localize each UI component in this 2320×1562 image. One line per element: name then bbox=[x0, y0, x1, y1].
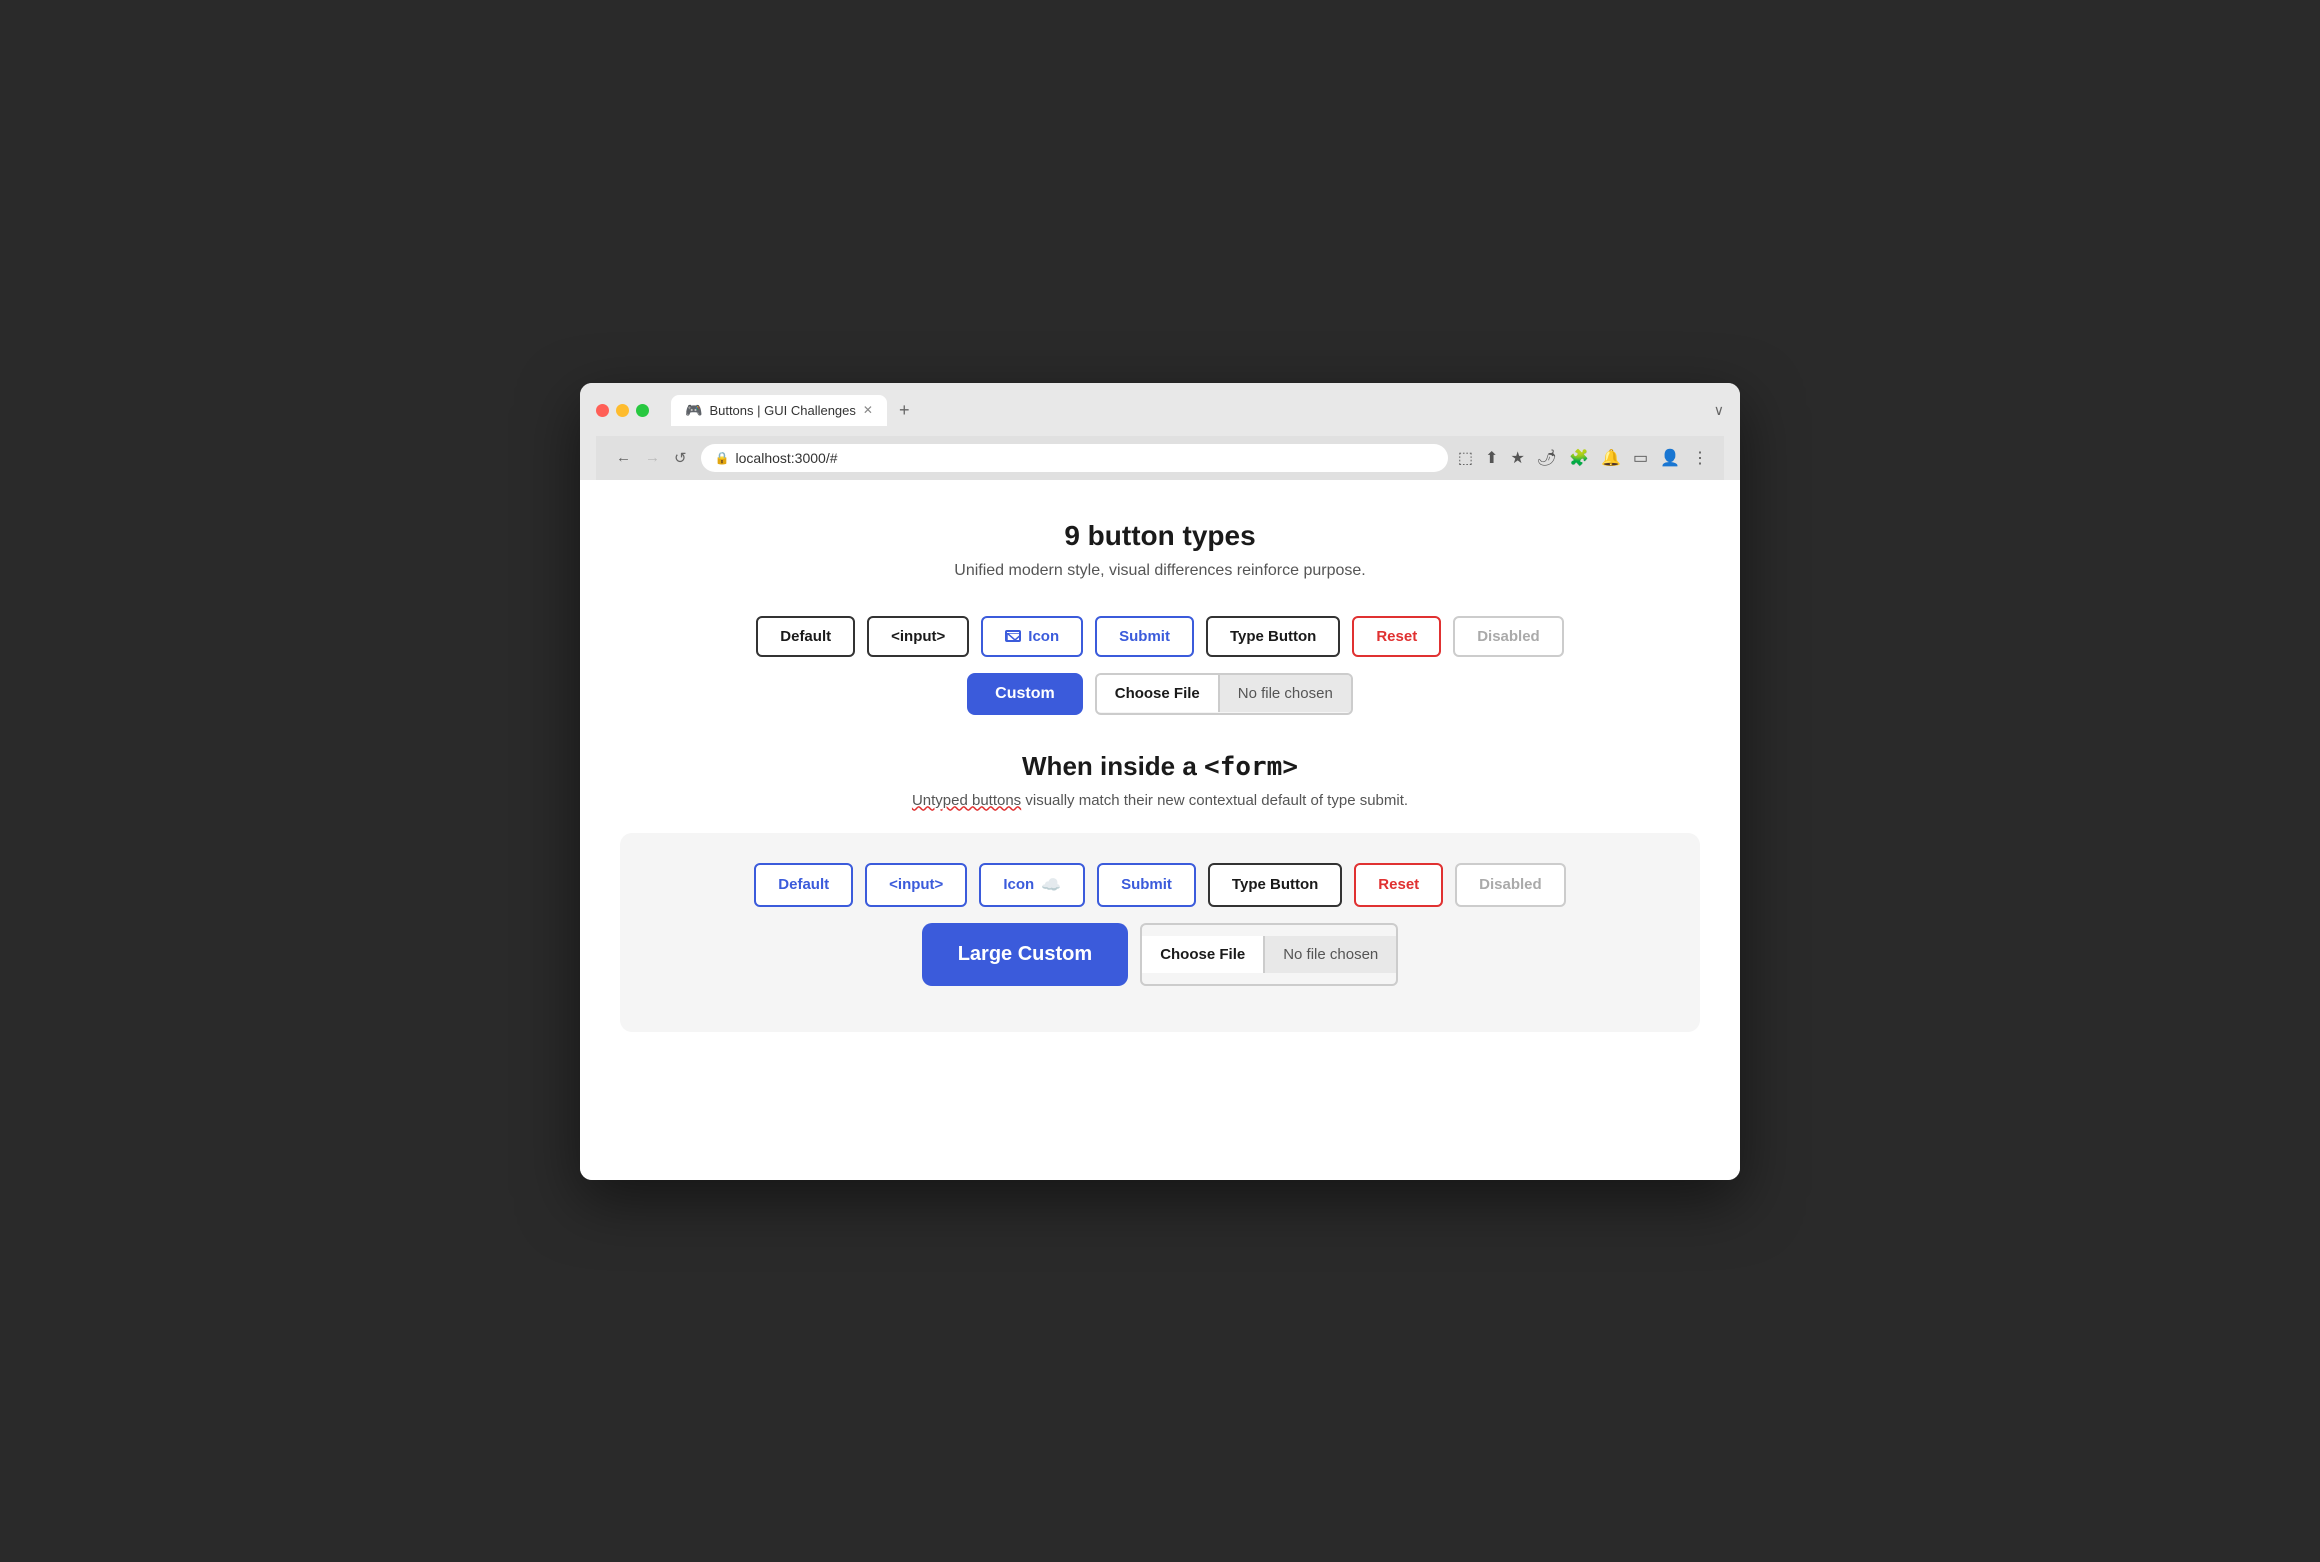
form-icon-button[interactable]: Icon ☁️ bbox=[979, 863, 1085, 907]
form-file-input-wrapper: Choose File No file chosen bbox=[1140, 923, 1398, 986]
section2-title-code: <form> bbox=[1204, 752, 1298, 782]
bookmark-icon[interactable]: ★ bbox=[1510, 448, 1524, 468]
custom-button[interactable]: Custom bbox=[967, 673, 1083, 715]
form-button-row-2: Large Custom Choose File No file chosen bbox=[644, 923, 1676, 986]
profile-icon[interactable]: 👤 bbox=[1660, 448, 1680, 468]
input-button[interactable]: <input> bbox=[867, 616, 969, 657]
form-no-file-label: No file chosen bbox=[1265, 936, 1396, 973]
section2-subtitle: Untyped buttons visually match their new… bbox=[610, 792, 1710, 809]
active-tab[interactable]: 🎮 Buttons | GUI Challenges ✕ bbox=[671, 395, 887, 426]
submit-button[interactable]: Submit bbox=[1095, 616, 1194, 657]
extensions-icon[interactable]: 🧩 bbox=[1569, 448, 1589, 468]
traffic-lights bbox=[596, 404, 649, 417]
form-icon-label: Icon bbox=[1003, 876, 1034, 893]
tab-chevron-icon: ∨ bbox=[1714, 402, 1724, 419]
form-default-button[interactable]: Default bbox=[754, 863, 853, 907]
disabled-button: Disabled bbox=[1453, 616, 1564, 657]
browser-window: 🎮 Buttons | GUI Challenges ✕ + ∨ ← → ↺ 🔒… bbox=[580, 383, 1740, 1180]
share-icon[interactable]: ⬆ bbox=[1485, 448, 1498, 468]
section2-subtitle-part1: Untyped buttons bbox=[912, 792, 1021, 809]
close-traffic-light[interactable] bbox=[596, 404, 609, 417]
form-input-button[interactable]: <input> bbox=[865, 863, 967, 907]
toolbar-icons: ⬚ ⬆ ★ 🌶 🧩 🔔 ▭ 👤 ⋮ bbox=[1458, 448, 1708, 468]
file-input-wrapper: Choose File No file chosen bbox=[1095, 673, 1353, 715]
button-row-1: Default <input> Icon Submit Type Button … bbox=[610, 616, 1710, 657]
form-choose-file-button[interactable]: Choose File bbox=[1142, 936, 1265, 973]
new-tab-button[interactable]: + bbox=[891, 396, 918, 425]
external-link-icon[interactable]: ⬚ bbox=[1458, 448, 1473, 468]
tab-bar: 🎮 Buttons | GUI Challenges ✕ + ∨ bbox=[671, 395, 1724, 426]
form-submit-button[interactable]: Submit bbox=[1097, 863, 1196, 907]
form-button-row-1: Default <input> Icon ☁️ Submit Type Butt… bbox=[644, 863, 1676, 907]
nav-buttons: ← → ↺ bbox=[612, 447, 691, 469]
cloud-icon: ☁️ bbox=[1041, 875, 1061, 895]
forward-button[interactable]: → bbox=[641, 447, 664, 469]
reset-button[interactable]: Reset bbox=[1352, 616, 1441, 657]
no-file-label: No file chosen bbox=[1220, 675, 1351, 712]
tab-icon: 🎮 bbox=[685, 402, 702, 419]
extension1-icon[interactable]: 🌶 bbox=[1537, 448, 1557, 468]
sidebar-icon[interactable]: ▭ bbox=[1633, 448, 1648, 468]
url-text: localhost:3000/# bbox=[736, 450, 838, 466]
choose-file-button[interactable]: Choose File bbox=[1097, 675, 1220, 712]
button-row-2: Custom Choose File No file chosen bbox=[610, 673, 1710, 715]
page-title: 9 button types bbox=[610, 520, 1710, 552]
icon-button-label: Icon bbox=[1028, 628, 1059, 645]
icon-button[interactable]: Icon bbox=[981, 616, 1083, 657]
envelope-icon bbox=[1005, 630, 1021, 642]
section2-title-prefix: When inside a bbox=[1022, 751, 1204, 781]
type-button[interactable]: Type Button bbox=[1206, 616, 1340, 657]
page-content: 9 button types Unified modern style, vis… bbox=[580, 480, 1740, 1180]
default-button[interactable]: Default bbox=[756, 616, 855, 657]
title-bar: 🎮 Buttons | GUI Challenges ✕ + ∨ ← → ↺ 🔒… bbox=[580, 383, 1740, 480]
form-reset-button[interactable]: Reset bbox=[1354, 863, 1443, 907]
form-disabled-button: Disabled bbox=[1455, 863, 1566, 907]
tab-title: Buttons | GUI Challenges bbox=[709, 403, 855, 418]
form-type-button[interactable]: Type Button bbox=[1208, 863, 1342, 907]
menu-icon[interactable]: ⋮ bbox=[1692, 448, 1708, 468]
extension2-icon[interactable]: 🔔 bbox=[1601, 448, 1621, 468]
form-section: Default <input> Icon ☁️ Submit Type Butt… bbox=[620, 833, 1700, 1032]
address-bar: ← → ↺ 🔒 localhost:3000/# ⬚ ⬆ ★ 🌶 🧩 🔔 ▭ 👤… bbox=[596, 436, 1724, 480]
security-icon: 🔒 bbox=[715, 451, 730, 465]
page-subtitle: Unified modern style, visual differences… bbox=[610, 562, 1710, 580]
section2-title: When inside a <form> bbox=[610, 751, 1710, 782]
url-bar[interactable]: 🔒 localhost:3000/# bbox=[701, 444, 1448, 472]
tab-close-button[interactable]: ✕ bbox=[863, 403, 873, 417]
minimize-traffic-light[interactable] bbox=[616, 404, 629, 417]
back-button[interactable]: ← bbox=[612, 447, 635, 469]
reload-button[interactable]: ↺ bbox=[670, 447, 691, 469]
large-custom-button[interactable]: Large Custom bbox=[922, 923, 1128, 986]
maximize-traffic-light[interactable] bbox=[636, 404, 649, 417]
section2-subtitle-part2: visually match their new contextual defa… bbox=[1021, 792, 1408, 809]
